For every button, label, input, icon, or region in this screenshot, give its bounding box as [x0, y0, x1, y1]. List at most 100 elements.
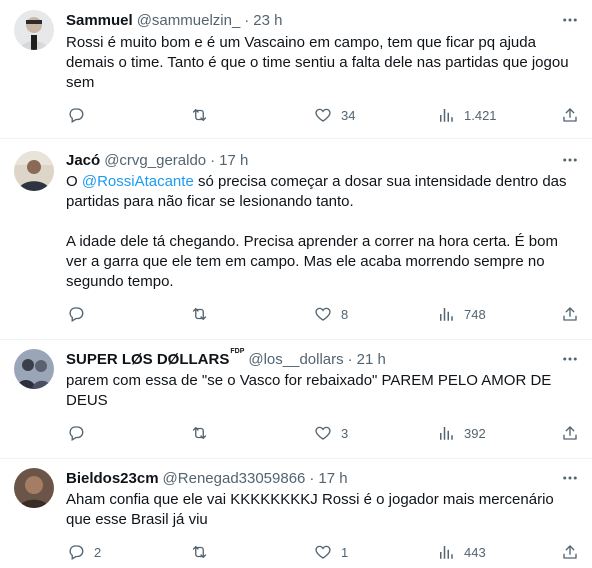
share-icon	[563, 545, 577, 559]
retweet-button[interactable]	[190, 105, 218, 125]
like-count: 3	[341, 425, 349, 441]
share-button[interactable]	[561, 542, 579, 562]
views-button[interactable]: 748	[437, 304, 486, 324]
retweet-button[interactable]	[190, 423, 218, 443]
display-name[interactable]: Sammuel	[66, 12, 133, 29]
views-count: 1.421	[464, 107, 497, 123]
reply-count: 2	[94, 544, 102, 560]
timestamp[interactable]: 21 h	[357, 351, 386, 368]
heart-icon	[315, 307, 331, 321]
tweet[interactable]: Bieldos23cm @Renegad33059866 · 17 h Aham…	[0, 459, 592, 568]
like-button[interactable]: 3	[314, 423, 348, 443]
heart-icon	[315, 426, 331, 440]
reply-icon	[69, 426, 84, 441]
more-options-button[interactable]	[560, 468, 580, 488]
separator: ·	[347, 350, 353, 368]
timestamp[interactable]: 17 h	[219, 152, 248, 169]
user-handle[interactable]: @crvg_geraldo	[104, 152, 206, 169]
heart-icon	[315, 108, 331, 122]
separator: ·	[309, 469, 315, 487]
like-count: 8	[341, 306, 349, 322]
reply-button[interactable]	[67, 423, 94, 443]
reply-button[interactable]	[67, 105, 94, 125]
tweet-actions: 8 748	[0, 304, 592, 324]
display-name[interactable]: SUPER LØS DØLLARSFDP	[66, 347, 245, 368]
user-handle[interactable]: @los__dollars	[248, 351, 343, 368]
tweet-header: Jacó @crvg_geraldo · 17 h	[66, 150, 248, 170]
views-button[interactable]: 443	[437, 542, 486, 562]
avatar[interactable]	[14, 10, 54, 50]
views-button[interactable]: 392	[437, 423, 486, 443]
more-icon	[563, 158, 577, 162]
retweet-icon	[192, 427, 207, 439]
like-button[interactable]: 8	[314, 304, 348, 324]
tweet[interactable]: Sammuel @sammuelzin_ · 23 h Rossi é muit…	[0, 0, 592, 138]
avatar[interactable]	[14, 349, 54, 389]
reply-icon	[69, 108, 84, 123]
tweet-text-paragraph: O @RossiAtacante só precisa começar a do…	[66, 172, 582, 212]
tweet-text: O @RossiAtacante só precisa começar a do…	[66, 172, 582, 292]
display-name[interactable]: Bieldos23cm	[66, 470, 159, 487]
more-icon	[563, 476, 577, 480]
like-button[interactable]: 34	[314, 105, 355, 125]
tweet-text-paragraph: Rossi é muito bom e é um Vascaino em cam…	[66, 34, 569, 91]
reply-button[interactable]	[67, 304, 94, 324]
mention-link[interactable]: @RossiAtacante	[82, 173, 194, 190]
like-button[interactable]: 1	[314, 542, 348, 562]
tweet-text-paragraph: A idade dele tá chegando. Precisa aprend…	[66, 233, 558, 290]
views-icon	[440, 308, 453, 321]
user-handle[interactable]: @sammuelzin_	[137, 12, 241, 29]
separator: ·	[210, 151, 216, 169]
retweet-button[interactable]	[190, 542, 218, 562]
views-count: 748	[464, 306, 486, 322]
more-icon	[563, 18, 577, 22]
tweet-header: SUPER LØS DØLLARSFDP @los__dollars · 21 …	[66, 347, 386, 369]
tweet[interactable]: SUPER LØS DØLLARSFDP @los__dollars · 21 …	[0, 340, 592, 458]
like-count: 34	[341, 107, 356, 123]
tweet-header: Bieldos23cm @Renegad33059866 · 17 h	[66, 468, 348, 488]
tweet-text-paragraph: parem com essa de "se o Vasco for rebaix…	[66, 372, 552, 409]
share-button[interactable]	[561, 304, 579, 324]
more-options-button[interactable]	[560, 10, 580, 30]
retweet-icon	[192, 308, 207, 320]
reply-icon	[69, 545, 84, 560]
more-options-button[interactable]	[560, 150, 580, 170]
timestamp[interactable]: 23 h	[253, 12, 282, 29]
tweet-text: parem com essa de "se o Vasco for rebaix…	[66, 371, 582, 411]
share-icon	[563, 108, 577, 122]
views-count: 443	[464, 544, 486, 560]
avatar[interactable]	[14, 468, 54, 508]
tweet-text: Aham confia que ele vai KKKKKKKKJ Rossi …	[66, 490, 582, 530]
views-icon	[440, 427, 453, 440]
views-icon	[440, 109, 453, 122]
tweet-header: Sammuel @sammuelzin_ · 23 h	[66, 10, 283, 30]
tweet-text-paragraph: Aham confia que ele vai KKKKKKKKJ Rossi …	[66, 491, 554, 528]
tweet-actions: 3 392	[0, 423, 592, 443]
user-handle[interactable]: @Renegad33059866	[163, 470, 306, 487]
share-icon	[563, 426, 577, 440]
views-icon	[440, 546, 453, 559]
retweet-button[interactable]	[190, 304, 218, 324]
tweet-actions: 34 1.421	[0, 105, 592, 125]
tweet[interactable]: Jacó @crvg_geraldo · 17 h O @RossiAtacan…	[0, 139, 592, 339]
views-count: 392	[464, 425, 486, 441]
timestamp[interactable]: 17 h	[318, 470, 347, 487]
display-name-superscript: FDP	[230, 347, 245, 355]
more-options-button[interactable]	[560, 349, 580, 369]
text-fragment: O	[66, 173, 82, 190]
more-icon	[563, 357, 577, 361]
avatar[interactable]	[14, 151, 54, 191]
retweet-icon	[192, 109, 207, 121]
heart-icon	[315, 545, 331, 559]
display-name[interactable]: Jacó	[66, 152, 100, 169]
views-button[interactable]: 1.421	[437, 105, 497, 125]
tweet-actions: 2 1 443	[0, 542, 592, 562]
reply-button[interactable]: 2	[67, 542, 101, 562]
share-button[interactable]	[561, 423, 579, 443]
display-name-text: SUPER LØS DØLLARS	[66, 350, 230, 368]
share-icon	[563, 307, 577, 321]
tweet-text: Rossi é muito bom e é um Vascaino em cam…	[66, 33, 582, 93]
reply-icon	[69, 307, 84, 322]
like-count: 1	[341, 544, 349, 560]
share-button[interactable]	[561, 105, 579, 125]
